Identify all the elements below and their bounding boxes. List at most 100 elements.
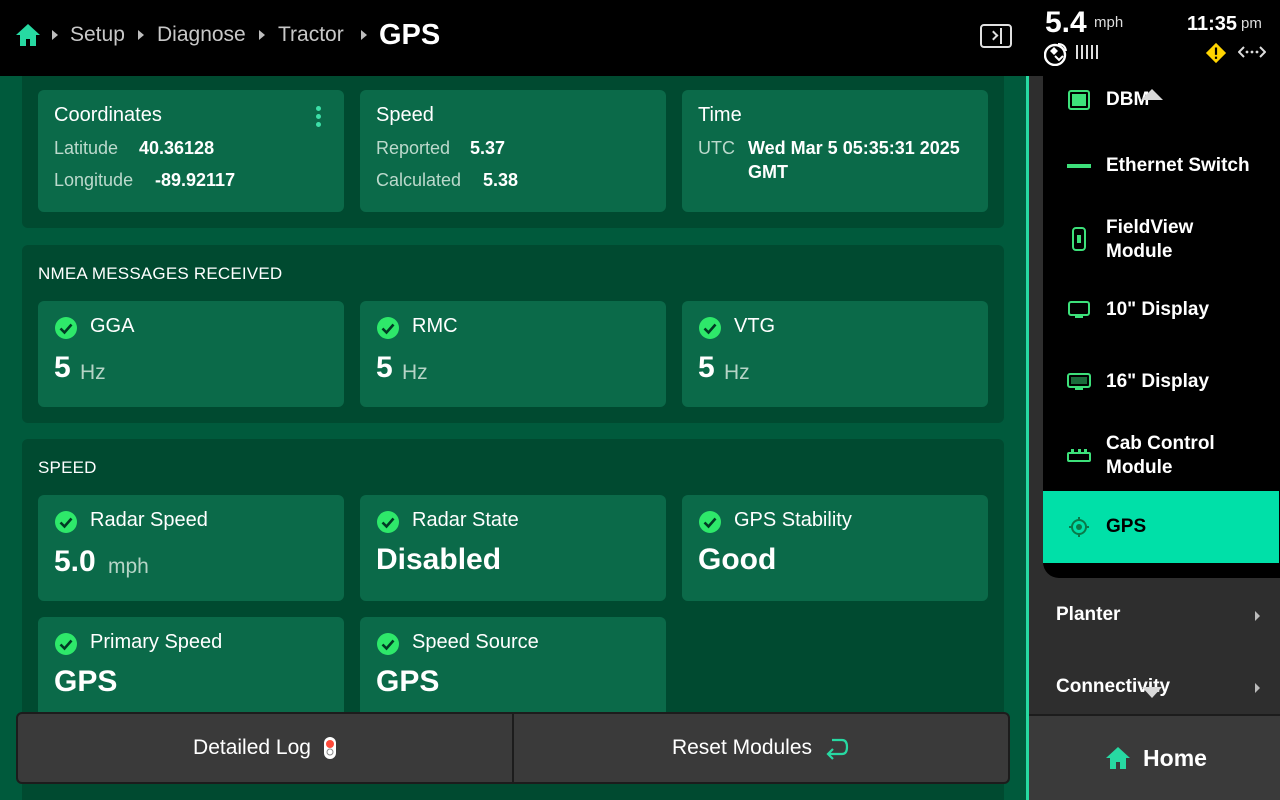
chevron-right-icon — [1255, 683, 1260, 693]
cab-control-icon — [1067, 443, 1091, 467]
check-icon — [55, 633, 77, 655]
reported-label: Reported — [376, 138, 451, 158]
check-icon — [377, 633, 399, 655]
nmea-section: NMEA MESSAGES RECEIVED GGA 5 Hz RMC 5 Hz… — [22, 245, 1004, 423]
card-title: Primary Speed — [90, 631, 223, 653]
satellite-icon[interactable] — [1044, 42, 1068, 66]
reset-modules-button[interactable]: Reset Modules — [512, 714, 1008, 782]
gps-icon — [1067, 515, 1091, 539]
reset-modules-label: Reset Modules — [671, 736, 813, 759]
sidebar-item-label: Ethernet Switch — [1106, 155, 1250, 176]
status-light-icon — [323, 737, 336, 759]
scroll-up-icon[interactable] — [1141, 89, 1163, 100]
primary-speed-card: Primary Speed GPS — [38, 617, 344, 723]
home-icon — [1106, 747, 1131, 769]
fieldview-module-icon — [1067, 227, 1091, 251]
breadcrumb-setup[interactable]: Setup — [70, 22, 125, 48]
signal-bars-icon — [1076, 45, 1098, 59]
card-title: GPS Stability — [734, 509, 852, 531]
sidebar-item-16-display[interactable]: 16" Display — [1043, 362, 1279, 402]
breadcrumb-separator — [52, 30, 58, 40]
calculated-value: 5.38 — [483, 170, 519, 190]
sidebar-item-label: 10" Display — [1106, 299, 1210, 320]
speed-source-value: GPS — [376, 665, 440, 698]
ethernet-icon — [1067, 154, 1091, 178]
coordinates-card: Coordinates Latitude 40.36128 Longitude … — [38, 90, 344, 212]
section-title: NMEA MESSAGES RECEIVED — [38, 264, 283, 283]
clock-time: 11:35 — [1187, 13, 1238, 35]
gps-stability-value: Good — [698, 543, 777, 576]
more-options-icon[interactable] — [316, 106, 322, 128]
breadcrumb-separator — [361, 30, 367, 40]
module-icon — [1067, 88, 1091, 112]
chevron-right-icon — [1255, 611, 1260, 621]
tractor-submenu[interactable]: DBM Ethernet Switch FieldView Module 10"… — [1043, 76, 1280, 578]
breadcrumb-separator — [138, 30, 144, 40]
sidebar-item-fieldview-module[interactable]: FieldView Module — [1043, 214, 1279, 264]
speed-card: Speed Reported 5.37 Calculated 5.38 — [360, 90, 666, 212]
card-title: Radar Speed — [90, 509, 208, 531]
sidebar-item-ethernet-switch[interactable]: Ethernet Switch — [1043, 146, 1279, 186]
gps-info-section: Coordinates Latitude 40.36128 Longitude … — [22, 76, 1004, 228]
card-title: Coordinates — [54, 104, 162, 126]
nmea-unit: Hz — [402, 361, 428, 384]
sidebar-item-label: GPS — [1106, 516, 1147, 537]
breadcrumb-tractor[interactable]: Tractor — [278, 22, 344, 48]
card-title: Speed Source — [412, 631, 539, 653]
gps-stability-card: GPS Stability Good — [682, 495, 988, 601]
section-title: SPEED — [38, 458, 97, 477]
sidebar-item-cab-control-module[interactable]: Cab Control Module — [1043, 430, 1279, 480]
check-icon — [699, 317, 721, 339]
sidebar-item-label: Cab Control Module — [1106, 433, 1215, 478]
nmea-unit: Hz — [80, 361, 106, 384]
nmea-card-vtg: VTG 5 Hz — [682, 301, 988, 407]
card-title: Radar State — [412, 509, 519, 531]
nmea-name: RMC — [412, 315, 458, 337]
speed-source-card: Speed Source GPS — [360, 617, 666, 723]
time-card: Time UTC Wed Mar 5 05:35:31 2025 GMT — [682, 90, 988, 212]
display-icon — [1067, 370, 1091, 394]
utc-value-line2: GMT — [748, 162, 788, 182]
main-content[interactable]: Coordinates Latitude 40.36128 Longitude … — [0, 76, 1026, 800]
connection-icon[interactable] — [1238, 44, 1266, 60]
page-title: GPS — [379, 19, 441, 51]
nmea-rate: 5 — [698, 351, 715, 384]
sidebar-item-10-display[interactable]: 10" Display — [1043, 290, 1279, 330]
breadcrumb-diagnose[interactable]: Diagnose — [157, 22, 246, 48]
speed-unit: mph — [1094, 14, 1124, 31]
speed-readout: 5.4 — [1045, 6, 1087, 39]
check-icon — [377, 511, 399, 533]
home-button[interactable]: Home — [1029, 714, 1280, 800]
nmea-rate: 5 — [54, 351, 71, 384]
check-icon — [55, 511, 77, 533]
sidebar-item-dbm[interactable]: DBM — [1043, 80, 1279, 120]
scroll-down-icon[interactable] — [1142, 687, 1162, 698]
sidebar-item-gps[interactable]: GPS — [1043, 491, 1279, 563]
latitude-label: Latitude — [54, 138, 119, 158]
calculated-label: Calculated — [376, 170, 462, 190]
radar-state-value: Disabled — [376, 543, 502, 576]
home-label: Home — [1143, 744, 1207, 771]
detailed-log-button[interactable]: Detailed Log — [18, 714, 512, 782]
nmea-name: VTG — [734, 315, 776, 337]
home-icon[interactable] — [15, 22, 41, 48]
nmea-card-rmc: RMC 5 Hz — [360, 301, 666, 407]
sidebar-item-planter[interactable]: Planter — [1056, 604, 1120, 626]
card-title: Speed — [376, 104, 434, 126]
card-title: Time — [698, 104, 742, 126]
panel-toggle-icon[interactable] — [980, 24, 1012, 48]
warning-icon[interactable] — [1204, 42, 1228, 64]
radar-speed-unit: mph — [108, 555, 149, 578]
clock-ampm: pm — [1241, 15, 1262, 32]
nmea-unit: Hz — [724, 361, 750, 384]
primary-speed-value: GPS — [54, 665, 118, 698]
reset-icon — [826, 738, 849, 760]
check-icon — [55, 317, 77, 339]
latitude-value: 40.36128 — [139, 138, 215, 158]
utc-value-line1: Wed Mar 5 05:35:31 2025 — [748, 138, 960, 158]
nmea-rate: 5 — [376, 351, 393, 384]
radar-speed-value: 5.0 — [54, 545, 96, 578]
breadcrumb-separator — [259, 30, 265, 40]
utc-label: UTC — [698, 138, 735, 158]
radar-speed-card: Radar Speed 5.0 mph — [38, 495, 344, 601]
